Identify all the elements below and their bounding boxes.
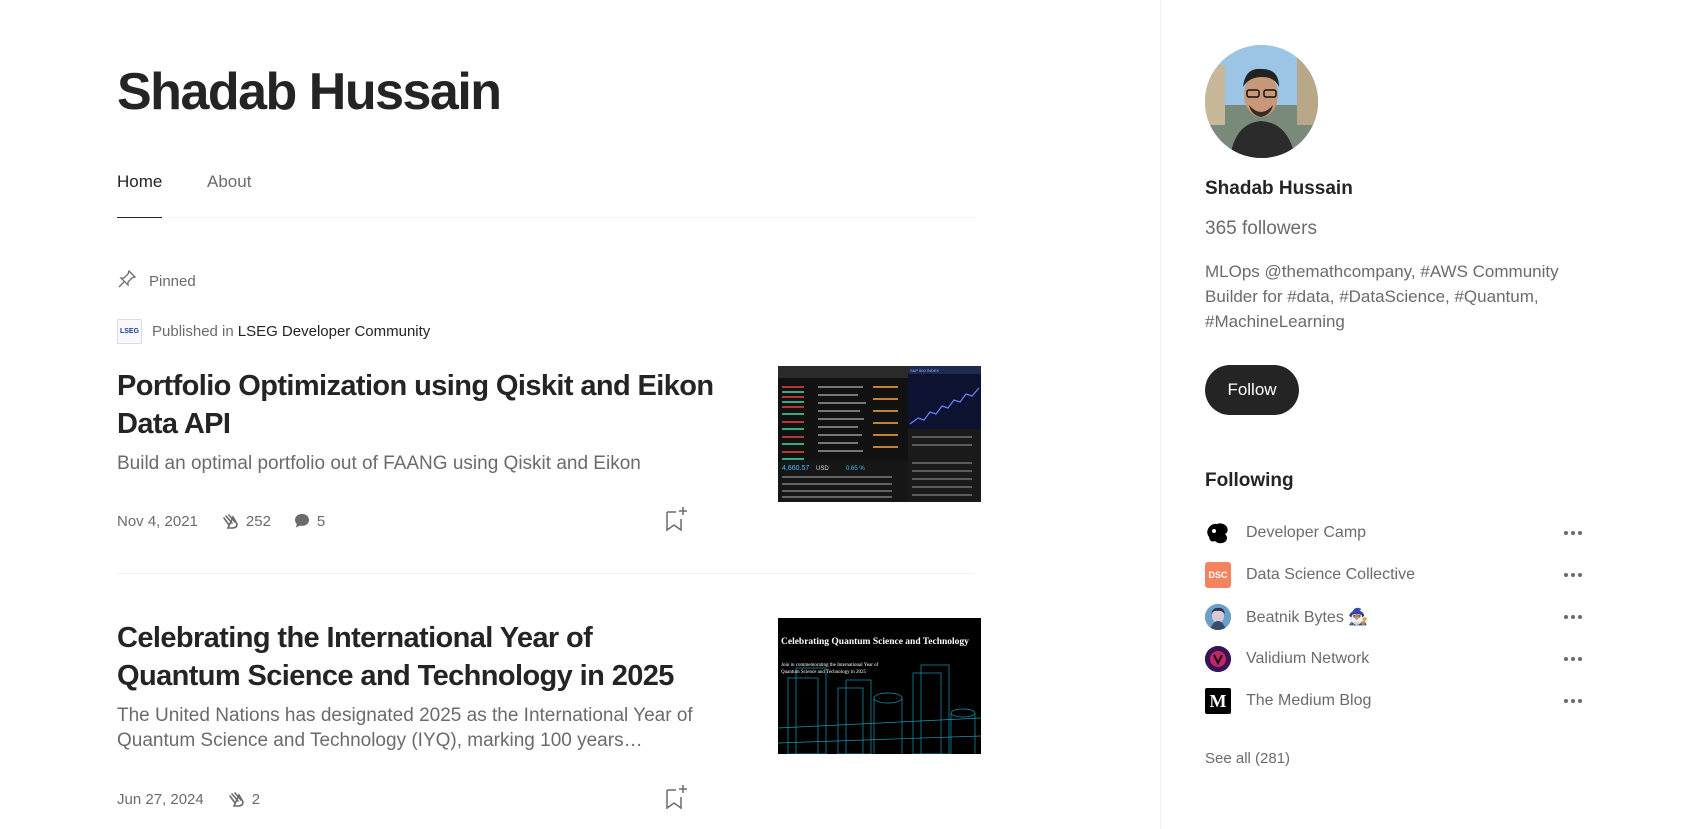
page-title: Shadab Hussain (117, 63, 502, 121)
more-options-icon[interactable] (1561, 604, 1585, 630)
article-divider (117, 573, 974, 574)
following-item[interactable]: Validium Network (1205, 646, 1585, 672)
pinned-label: Pinned (117, 269, 196, 293)
article-thumbnail[interactable]: Celebrating Quantum Science and Technolo… (778, 618, 981, 754)
beatnik-bytes-avatar-icon (1205, 604, 1231, 630)
following-name: Validium Network (1246, 650, 1370, 667)
pin-icon (117, 269, 137, 293)
following-name: Data Science Collective (1246, 566, 1415, 583)
profile-sidebar: Shadab Hussain 365 followers MLOps @them… (1160, 0, 1687, 829)
avatar[interactable] (1205, 45, 1318, 158)
followers-count[interactable]: 365 followers (1205, 218, 1317, 240)
article-meta: Jun 27, 2024 2 (117, 790, 260, 808)
thumb-header: S&P 500 INDEX (910, 368, 939, 373)
clap-icon (228, 792, 244, 807)
more-options-icon[interactable] (1561, 688, 1585, 714)
thumb-caption: Quantum Science and Technology in 2025 (781, 670, 866, 675)
thumb-title: Celebrating Quantum Science and Technolo… (781, 637, 969, 647)
tab-about[interactable]: About (207, 172, 251, 218)
author-bio: MLOps @themathcompany, #AWS Community Bu… (1205, 262, 1559, 331)
bookmark-add-icon (666, 785, 687, 810)
article-meta: Nov 4, 2021 252 5 (117, 512, 325, 530)
article-subtitle[interactable]: Build an optimal portfolio out of FAANG … (117, 451, 717, 476)
lseg-logo[interactable]: LSEG (117, 319, 142, 344)
following-heading: Following (1205, 470, 1294, 491)
main-column: Shadab Hussain Home About Pinned LSEG Pu… (0, 0, 1160, 829)
dsc-logo-icon: DSC (1205, 562, 1231, 588)
article-date: Nov 4, 2021 (117, 512, 198, 530)
thumb-change: 0.65 % (846, 466, 865, 472)
article-thumbnail[interactable]: S&P 500 INDEX 4,660.57 USD 0.65 % (778, 366, 981, 502)
follow-button[interactable]: Follow (1205, 365, 1299, 415)
publication-link[interactable]: LSEG Developer Community (238, 323, 431, 340)
following-name: The Medium Blog (1246, 692, 1372, 709)
thumb-price: 4,660.57 (782, 465, 809, 472)
tab-home[interactable]: Home (117, 172, 163, 218)
see-all-link[interactable]: See all (281) (1205, 750, 1290, 767)
following-item[interactable]: Developer Camp (1205, 520, 1585, 546)
following-item[interactable]: DSC Data Science Collective (1205, 562, 1585, 588)
comments-count[interactable]: 5 (293, 512, 325, 530)
article-date: Jun 27, 2024 (117, 790, 204, 808)
following-item[interactable]: M The Medium Blog (1205, 688, 1585, 714)
developer-camp-logo-icon (1205, 520, 1231, 546)
claps-count[interactable]: 2 (226, 790, 260, 808)
bookmark-button[interactable] (664, 506, 688, 532)
thumb-currency: USD (816, 466, 829, 472)
bookmark-button[interactable] (664, 784, 688, 810)
article-subtitle[interactable]: The United Nations has designated 2025 a… (117, 703, 717, 753)
publication-line: LSEG Published in LSEG Developer Communi… (117, 319, 430, 344)
bookmark-add-icon (666, 507, 687, 532)
more-options-icon[interactable] (1561, 520, 1585, 546)
author-name[interactable]: Shadab Hussain (1205, 178, 1353, 200)
comment-icon (294, 514, 309, 528)
following-name: Developer Camp (1246, 524, 1367, 541)
thumb-caption: Join in commemorating the International … (781, 663, 879, 668)
following-item[interactable]: Beatnik Bytes 🧙🏽‍♂️ (1205, 604, 1585, 630)
validium-logo-icon (1205, 646, 1231, 672)
clap-icon (223, 514, 238, 529)
claps-count[interactable]: 252 (220, 512, 271, 530)
profile-tabs: Home About (117, 172, 974, 218)
more-options-icon[interactable] (1561, 562, 1585, 588)
article-title[interactable]: Celebrating the International Year of Qu… (117, 619, 717, 695)
medium-logo-icon: M (1205, 688, 1231, 714)
article-title[interactable]: Portfolio Optimization using Qiskit and … (117, 367, 717, 443)
more-options-icon[interactable] (1561, 646, 1585, 672)
following-name: Beatnik Bytes 🧙🏽‍♂️ (1246, 609, 1369, 626)
